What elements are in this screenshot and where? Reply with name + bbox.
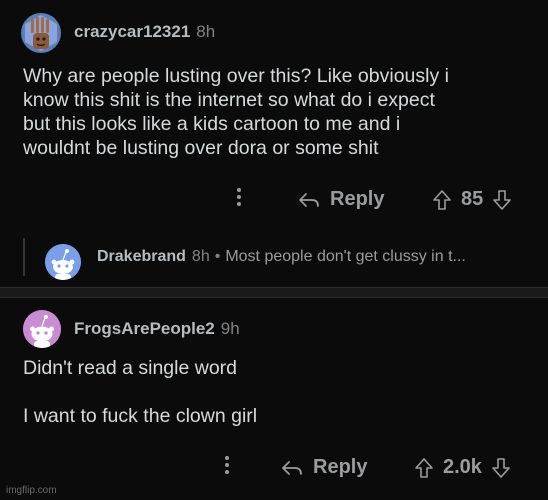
vote-count: 85: [461, 188, 484, 210]
comment-line: I want to fuck the clown girl: [23, 405, 258, 427]
vertical-ellipsis-icon: [225, 456, 229, 474]
upvote-arrow-icon[interactable]: [414, 457, 434, 479]
comment: FrogsArePeople2 9h Didn't read a single …: [0, 296, 548, 500]
vote-count: 2.0k: [443, 456, 482, 478]
vertical-ellipsis-icon: [237, 188, 241, 206]
avatar[interactable]: [45, 244, 81, 280]
reply-arrow-icon: [282, 460, 302, 475]
reply-button[interactable]: Reply: [281, 456, 367, 479]
comment-line: but this looks like a kids cartoon to me…: [23, 113, 401, 135]
reply-arrow-icon: [299, 192, 319, 207]
reply-label: Reply: [330, 188, 385, 210]
comment-actions: Reply 85: [0, 182, 548, 218]
groot-avatar-icon: [25, 15, 57, 51]
comment-body: Why are people lusting over this? Like o…: [23, 64, 533, 160]
reply-preview: Most people don't get clussy in t...: [225, 248, 466, 265]
comment: crazycar12321 8h Why are people lusting …: [0, 0, 548, 285]
comment-header: crazycar12321 8h: [74, 22, 215, 42]
username[interactable]: Drakebrand: [97, 248, 186, 266]
avatar[interactable]: [23, 310, 61, 348]
comment-line: Didn't read a single word: [23, 357, 238, 379]
thread-line[interactable]: [23, 238, 25, 276]
downvote-arrow-icon[interactable]: [492, 189, 512, 211]
downvote-arrow-icon[interactable]: [491, 457, 511, 479]
vote-controls: 85: [432, 188, 512, 211]
reply-button[interactable]: Reply: [298, 188, 384, 211]
comment-line: [23, 380, 533, 404]
comment-body: Didn't read a single word I want to fuck…: [23, 356, 533, 428]
timestamp: 9h: [220, 319, 240, 338]
username[interactable]: crazycar12321: [74, 22, 190, 42]
comment-line: wouldnt be lusting over dora or some shi…: [23, 137, 379, 159]
reply-label: Reply: [313, 456, 368, 478]
collapsed-reply[interactable]: Drakebrand 8h • Most people don't get cl…: [45, 242, 535, 280]
comment-line: Why are people lusting over this? Like o…: [23, 65, 449, 87]
timestamp: 8h: [196, 22, 216, 41]
comment-actions: Reply 2.0k: [0, 450, 548, 486]
watermark: imgflip.com: [6, 485, 57, 496]
avatar[interactable]: [21, 13, 61, 53]
comment-header: FrogsArePeople2 9h: [74, 319, 240, 339]
collapsed-reply-header: Drakebrand 8h • Most people don't get cl…: [97, 248, 466, 266]
snoo-avatar-icon: [45, 244, 81, 280]
separator-dot: •: [214, 248, 221, 265]
vote-controls: 2.0k: [414, 456, 511, 479]
username[interactable]: FrogsArePeople2: [74, 319, 215, 339]
comment-line: know this shit is the internet so what d…: [23, 89, 435, 111]
more-options-button[interactable]: [236, 186, 242, 214]
timestamp: 8h: [191, 248, 210, 265]
upvote-arrow-icon[interactable]: [432, 189, 452, 211]
more-options-button[interactable]: [224, 454, 230, 482]
snoo-avatar-icon: [23, 310, 61, 348]
